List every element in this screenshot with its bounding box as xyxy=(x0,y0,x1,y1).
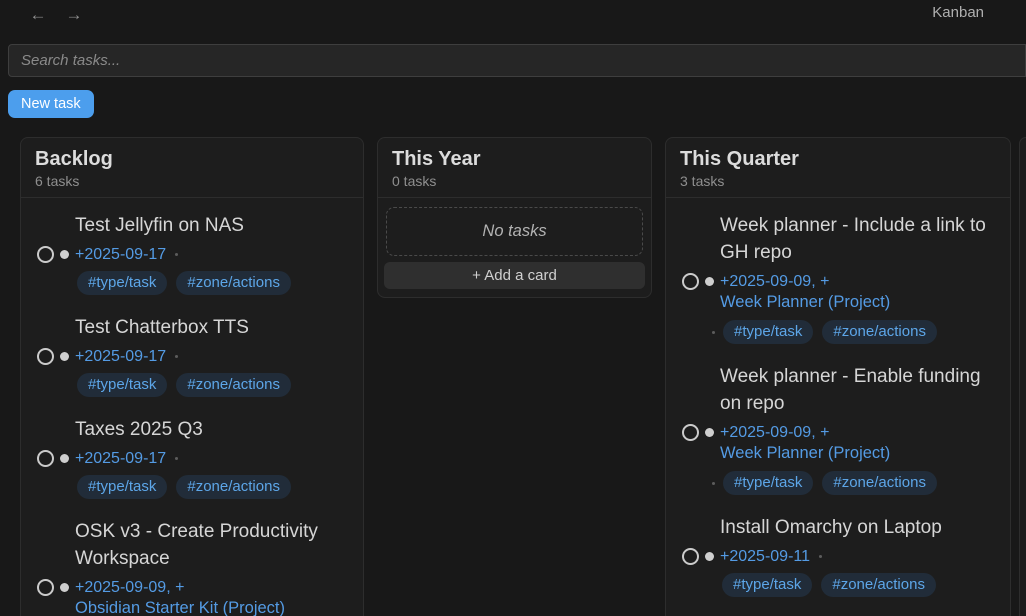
block-ref-dot-icon xyxy=(175,355,178,358)
tag-pill[interactable]: #zone/actions xyxy=(822,471,937,495)
due-date-link[interactable]: +2025-09-09, + xyxy=(720,423,829,442)
column-title[interactable]: This Quarter xyxy=(680,147,996,172)
new-task-button[interactable]: New task xyxy=(8,90,94,118)
list-bullet-icon xyxy=(60,583,69,592)
tag-pill[interactable]: #type/task xyxy=(77,373,167,397)
title-bar: ← → Kanban xyxy=(0,0,1026,40)
card-meta-row: +2025-09-09, + xyxy=(37,578,347,597)
card-title: Week planner - Enable funding on repo xyxy=(682,363,994,417)
card-tags-row: #type/task #zone/actions xyxy=(682,320,994,344)
task-card[interactable]: Week planner - Enable funding on repo +20… xyxy=(682,363,994,495)
view-title: Kanban xyxy=(932,4,984,21)
task-checkbox-icon[interactable] xyxy=(37,450,54,467)
column-header: This Quarter3 tasks xyxy=(666,138,1010,198)
list-bullet-icon xyxy=(705,428,714,437)
card-title: Test Jellyfin on NAS xyxy=(37,212,347,239)
column-body: Test Jellyfin on NAS +2025-09-17 #type/tas… xyxy=(21,198,363,616)
card-tags-row: #type/task #zone/actions xyxy=(37,475,347,499)
card-tags-row: #type/task #zone/actions xyxy=(682,471,994,495)
card-meta-row: +2025-09-11 xyxy=(682,547,994,566)
column-header: This Year0 tasks xyxy=(378,138,651,198)
card-title: Week planner - Include a link to GH repo xyxy=(682,212,994,266)
card-meta-row: +2025-09-09, + xyxy=(682,423,994,442)
column-body: No tasks + Add a card xyxy=(378,198,651,297)
tag-pill[interactable]: #zone/actions xyxy=(176,475,291,499)
task-card[interactable]: Test Chatterbox TTS +2025-09-17 #type/task… xyxy=(37,314,347,397)
block-ref-dot-icon xyxy=(712,331,715,334)
card-title: Install Omarchy on Laptop xyxy=(682,514,994,541)
task-checkbox-icon[interactable] xyxy=(682,424,699,441)
card-meta-row: +2025-09-09, + xyxy=(682,272,994,291)
column-task-count: 0 tasks xyxy=(392,173,637,189)
list-bullet-icon xyxy=(705,552,714,561)
card-tags-row: #type/task #zone/actions xyxy=(37,271,347,295)
column-title[interactable]: This Year xyxy=(392,147,637,172)
tag-pill[interactable]: #zone/actions xyxy=(821,573,936,597)
back-arrow-icon[interactable]: ← xyxy=(26,4,50,26)
due-date-link[interactable]: +2025-09-11 xyxy=(720,547,810,566)
tag-pill[interactable]: #zone/actions xyxy=(176,373,291,397)
card-tags-row: #type/task #zone/actions xyxy=(37,373,347,397)
due-date-link[interactable]: +2025-09-17 xyxy=(75,347,166,366)
column-task-count: 6 tasks xyxy=(35,173,349,189)
column-header: Backlog6 tasks xyxy=(21,138,363,198)
card-tags-row: #type/task #zone/actions xyxy=(682,573,994,597)
card-title: Taxes 2025 Q3 xyxy=(37,416,347,443)
tag-pill[interactable]: #zone/actions xyxy=(176,271,291,295)
list-bullet-icon xyxy=(60,454,69,463)
task-card[interactable]: Install Omarchy on Laptop +2025-09-11 #typ… xyxy=(682,514,994,597)
project-link[interactable]: Week Planner (Project) xyxy=(682,292,994,313)
block-ref-dot-icon xyxy=(819,555,822,558)
list-bullet-icon xyxy=(705,277,714,286)
card-title: Test Chatterbox TTS xyxy=(37,314,347,341)
column-body: Week planner - Include a link to GH repo… xyxy=(666,198,1010,616)
add-card-button[interactable]: + Add a card xyxy=(384,262,645,289)
task-checkbox-icon[interactable] xyxy=(682,273,699,290)
task-checkbox-icon[interactable] xyxy=(37,246,54,263)
due-date-link[interactable]: +2025-09-17 xyxy=(75,449,166,468)
kanban-board: Backlog6 tasks Test Jellyfin on NAS +2025-… xyxy=(0,118,1026,578)
due-date-link[interactable]: +2025-09-09, + xyxy=(75,578,184,597)
project-link[interactable]: Obsidian Starter Kit (Project) xyxy=(37,598,347,616)
tag-pill[interactable]: #type/task xyxy=(723,471,813,495)
column-this-year: This Year0 tasks No tasks + Add a card xyxy=(377,137,652,298)
forward-arrow-icon[interactable]: → xyxy=(62,4,86,26)
nav-arrows: ← → xyxy=(26,4,86,26)
list-bullet-icon xyxy=(60,250,69,259)
column-task-count: 3 tasks xyxy=(680,173,996,189)
list-bullet-icon xyxy=(60,352,69,361)
tag-pill[interactable]: #type/task xyxy=(722,573,812,597)
task-checkbox-icon[interactable] xyxy=(37,579,54,596)
card-meta-row: +2025-09-17 xyxy=(37,449,347,468)
card-meta-row: +2025-09-17 xyxy=(37,347,347,366)
block-ref-dot-icon xyxy=(712,482,715,485)
task-checkbox-icon[interactable] xyxy=(682,548,699,565)
search-input[interactable] xyxy=(8,44,1026,77)
due-date-link[interactable]: +2025-09-09, + xyxy=(720,272,829,291)
empty-state: No tasks xyxy=(386,207,643,256)
column-title[interactable]: Backlog xyxy=(35,147,349,172)
task-card[interactable]: Taxes 2025 Q3 +2025-09-17 #type/task #zone/… xyxy=(37,416,347,499)
toolbar: New task xyxy=(8,90,1026,118)
task-card[interactable]: Week planner - Include a link to GH repo… xyxy=(682,212,994,344)
card-title: OSK v3 - Create Productivity Workspace xyxy=(37,518,347,572)
card-meta-row: +2025-09-17 xyxy=(37,245,347,264)
tag-pill[interactable]: #zone/actions xyxy=(822,320,937,344)
project-link[interactable]: Week Planner (Project) xyxy=(682,443,994,464)
block-ref-dot-icon xyxy=(175,253,178,256)
tag-pill[interactable]: #type/task xyxy=(77,271,167,295)
tag-pill[interactable]: #type/task xyxy=(77,475,167,499)
search-row xyxy=(8,44,1026,77)
block-ref-dot-icon xyxy=(175,457,178,460)
partial-next-column xyxy=(1019,137,1026,616)
column-backlog: Backlog6 tasks Test Jellyfin on NAS +2025-… xyxy=(20,137,364,616)
column-this-quarter: This Quarter3 tasks Week planner - Includ… xyxy=(665,137,1011,616)
task-card[interactable]: OSK v3 - Create Productivity Workspace +2… xyxy=(37,518,347,616)
tag-pill[interactable]: #type/task xyxy=(723,320,813,344)
due-date-link[interactable]: +2025-09-17 xyxy=(75,245,166,264)
task-card[interactable]: Test Jellyfin on NAS +2025-09-17 #type/tas… xyxy=(37,212,347,295)
task-checkbox-icon[interactable] xyxy=(37,348,54,365)
